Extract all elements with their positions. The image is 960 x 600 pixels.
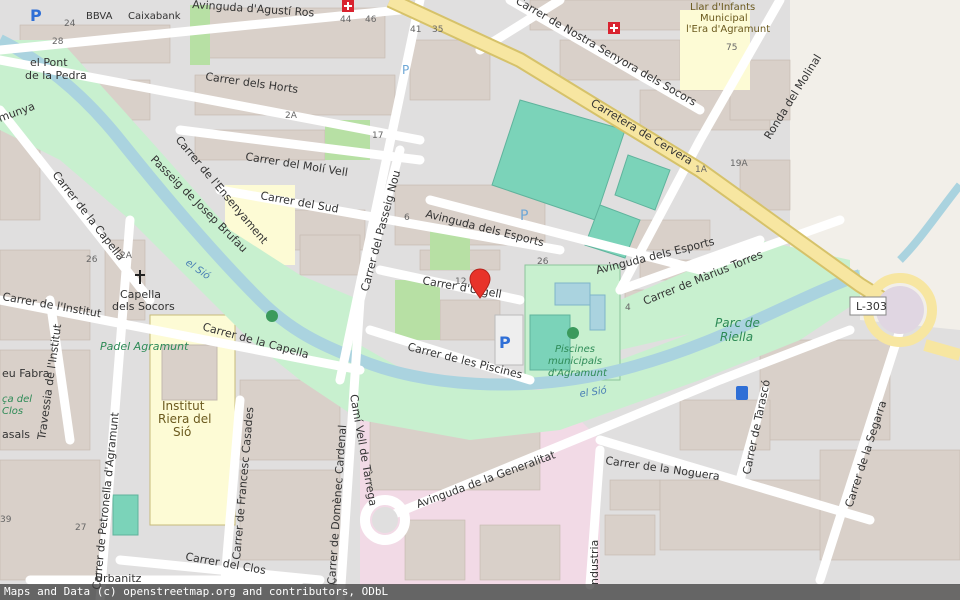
house-number: 1A <box>695 165 708 175</box>
parking-icon-pools: P <box>499 333 511 352</box>
house-number: 35 <box>432 25 443 35</box>
playground-icon <box>266 310 278 322</box>
label-aca-2: Clos <box>2 406 23 417</box>
label-padel: Padel Agramunt <box>100 340 189 353</box>
map-canvas[interactable]: Carretera de Cervera Carrer de Nostra Se… <box>0 0 960 600</box>
label-pompeu: eu Fabra <box>2 367 50 380</box>
label-piscines-2: municipals <box>548 356 602 367</box>
roundabout-west-center <box>372 507 398 533</box>
house-number: 17 <box>372 131 383 141</box>
swimming-icon <box>567 327 579 339</box>
label-llar-2: Municipal <box>700 13 748 24</box>
label-institut-1: Institut <box>162 399 205 413</box>
label-institut-2: Riera del <box>158 412 212 426</box>
label-capella-2: dels Socors <box>112 300 175 313</box>
label-casals: asals <box>2 428 30 441</box>
house-number: 39 <box>0 515 12 525</box>
label-caixabank: Caixabank <box>128 11 181 22</box>
house-number: 27 <box>75 523 86 533</box>
label-parc-2: Riella <box>720 330 753 344</box>
house-number: 75 <box>726 43 737 53</box>
pharmacy-icon <box>342 0 354 12</box>
fuel-icon <box>736 386 748 400</box>
l303-label: L-303 <box>856 300 887 313</box>
house-number: 46 <box>365 15 377 25</box>
house-number: 26 <box>86 255 98 265</box>
house-number: 41 <box>410 25 421 35</box>
label-pont-pedra-2: de la Pedra <box>25 69 87 82</box>
parking-icon-center: P <box>520 208 528 224</box>
label-llar-1: Llar d'Infants <box>690 2 755 13</box>
house-number: 12 <box>455 277 466 287</box>
parking-icon-nw: P <box>30 6 42 25</box>
label-parc-1: Parc de <box>715 316 760 330</box>
school-building <box>161 344 218 401</box>
hospital-icon <box>608 22 620 34</box>
house-number: 6 <box>404 213 410 223</box>
house-number: 24 <box>64 19 76 29</box>
parking-icon-north: P <box>402 63 409 77</box>
house-number: 4 <box>625 303 631 313</box>
label-piscines-1: Piscines <box>555 344 595 355</box>
label-aca-1: ça del <box>2 394 32 405</box>
label-industria: ndustria <box>588 540 601 585</box>
label-pont-pedra-1: el Pont <box>30 56 68 69</box>
pitch-small <box>112 494 139 536</box>
label-llar-3: l'Era d'Agramunt <box>686 24 770 35</box>
house-number: 2A <box>285 111 298 121</box>
house-number: 19A <box>730 159 748 169</box>
label-piscines-3: d'Agramunt <box>548 368 608 379</box>
label-bbva: BBVA <box>86 11 113 22</box>
house-number: 2A <box>120 251 133 261</box>
label-institut-3: Sió <box>173 425 191 439</box>
pool-1 <box>554 282 591 306</box>
house-number: 26 <box>537 257 549 267</box>
house-number: 28 <box>52 37 64 47</box>
house-number: 44 <box>340 15 352 25</box>
map-attribution[interactable]: Maps and Data (c) openstreetmap.org and … <box>0 584 960 600</box>
pool-2 <box>589 294 606 331</box>
